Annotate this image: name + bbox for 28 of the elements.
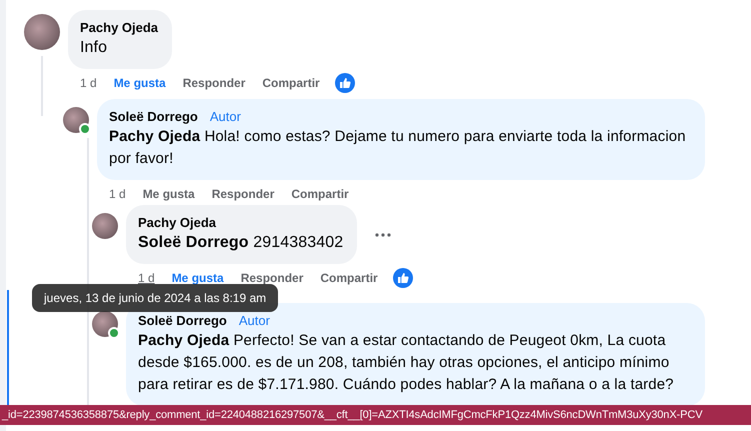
comment-text: Soleë Dorrego 2914383402 [138, 233, 344, 253]
comment-action-link[interactable]: Me gusta [142, 187, 195, 201]
comment-action-link[interactable]: Me gusta [114, 76, 166, 90]
comment-action-link[interactable]: Me gusta [172, 271, 224, 285]
author-name[interactable]: Soleë Dorrego [109, 109, 198, 124]
comment-text: Pachy Ojeda Hola! como estas? Dejame tu numero para enviarte toda la informacion por favor! [109, 127, 687, 169]
comment-action-link[interactable]: Responder [212, 187, 274, 201]
comment-action-link[interactable]: Compartir [262, 76, 320, 90]
date-tooltip: jueves, 13 de junio de 2024 a las 8:19 am [32, 284, 278, 312]
more-dots-icon [375, 232, 392, 236]
timestamp-link[interactable]: 1 d [138, 271, 155, 285]
comment-action-link[interactable]: Responder [182, 76, 246, 90]
author-name[interactable]: Soleë Dorrego [138, 313, 227, 328]
author-label: Autor [238, 313, 270, 328]
timestamp-link[interactable]: 1 d [109, 187, 126, 201]
author-label: Autor [210, 109, 241, 124]
comment-action-link[interactable]: Responder [240, 271, 304, 285]
timestamp-link[interactable]: 1 d [80, 76, 97, 90]
comment-action-link[interactable]: Compartir [291, 187, 349, 201]
comment-action-link[interactable]: Compartir [320, 271, 378, 285]
comment-text: Info [80, 38, 108, 58]
avatar[interactable] [63, 107, 89, 133]
avatar[interactable] [24, 14, 60, 50]
author-name[interactable]: Pachy Ojeda [138, 215, 216, 230]
status-bar-url: _id=2239874536358875&reply_comment_id=2240488216297507&__cft__[0]=AZXTI4sAdcIMFgCmcFkP1Qzz4MivS6ncDWnTmM3uXy30nX-PCV [0, 405, 751, 425]
comment-text: Pachy Ojeda Perfecto! Se van a estar contactando de Peugeot 0km, La cuota desde $165.000. es de un 208, también hay otras opciones, el anticipo mínimo para retirar es de $7.171.980. Cuándo podes hablar? A la mañana o a la tarde? [138, 331, 675, 395]
avatar[interactable] [92, 213, 118, 239]
author-name[interactable]: Pachy Ojeda [80, 20, 158, 35]
